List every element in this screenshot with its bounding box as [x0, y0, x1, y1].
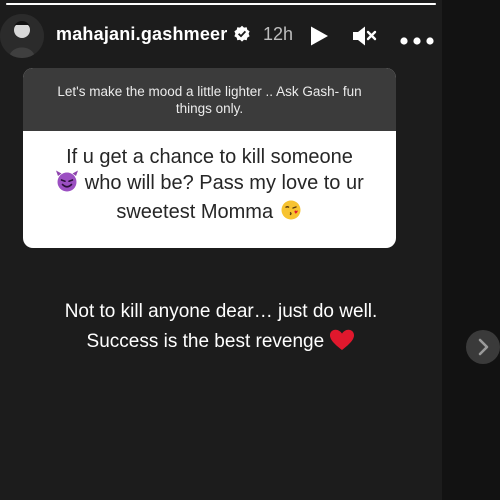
answer-line: Not to kill anyone dear… just do well. — [64, 301, 378, 322]
side-panel — [442, 0, 500, 500]
smiling-devil-emoji-icon — [55, 170, 79, 199]
question-text: If u get a chance to kill someone who wi… — [23, 131, 396, 228]
avatar[interactable] — [0, 14, 44, 58]
question-line: If u get a chance to kill someone — [66, 146, 353, 168]
username[interactable]: mahajani.gashmeer — [56, 24, 227, 45]
verified-badge-icon — [233, 25, 251, 43]
play-icon — [311, 26, 328, 46]
question-line-2: who will be? Pass my love to ur — [41, 170, 378, 199]
chevron-right-icon — [478, 338, 489, 356]
question-line-3: sweetest Momma — [41, 199, 378, 228]
answer-text: Not to kill anyone dear… just do well. S… — [0, 297, 442, 357]
red-heart-emoji-icon — [329, 329, 355, 351]
story-progress-fill — [6, 3, 436, 5]
story-progress-bar — [6, 3, 436, 5]
more-options-button[interactable] — [400, 32, 434, 45]
answer-line: Success is the best revenge — [86, 331, 325, 352]
post-time: 12h — [263, 24, 294, 44]
next-story-button[interactable] — [466, 330, 500, 364]
story-viewer: mahajani.gashmeer 12h Let's make the moo… — [0, 0, 442, 500]
more-options-icon — [400, 37, 434, 45]
play-button[interactable] — [308, 25, 330, 47]
question-sticker: Let's make the mood a little lighter .. … — [23, 68, 396, 248]
question-line: who will be? Pass my love to ur — [84, 172, 364, 194]
muted-speaker-icon — [353, 26, 377, 46]
mute-button[interactable] — [352, 25, 378, 47]
story-header: mahajani.gashmeer 12h — [0, 14, 442, 58]
question-prompt: Let's make the mood a little lighter .. … — [23, 68, 396, 131]
question-line: sweetest Momma — [116, 201, 274, 223]
answer-line-2: Success is the best revenge — [0, 327, 442, 357]
kissing-face-emoji-icon — [279, 199, 303, 228]
